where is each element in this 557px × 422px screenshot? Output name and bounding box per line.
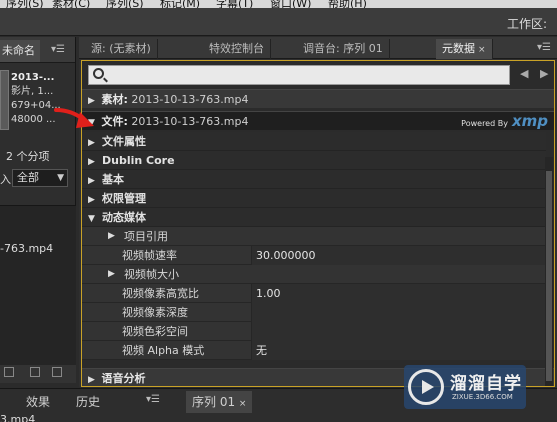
property-value[interactable]: 30.000000	[251, 246, 546, 265]
item-count: 2 个分项	[6, 150, 50, 163]
property-value[interactable]	[251, 303, 546, 322]
property-name: 视频色彩空间	[122, 325, 188, 338]
property-row[interactable]: 视频帧速率 30.000000	[82, 246, 546, 265]
tab-effects[interactable]: 效果	[20, 391, 56, 413]
watermark-title: 溜溜自学	[450, 374, 522, 394]
new-item-icon[interactable]	[30, 367, 40, 377]
watermark-sub: ZIXUE.3D66.COM	[452, 393, 513, 401]
speech-analysis-label: 语音分析	[101, 372, 146, 385]
chevron-down-icon: ▼	[57, 173, 64, 183]
in-label: 入	[0, 173, 11, 186]
workspace-bar: 工作区:	[0, 8, 557, 36]
bottom-file-label: 3.mp4	[0, 413, 36, 422]
property-name: 项目引用	[124, 230, 168, 243]
project-bottom-toolbar	[0, 365, 76, 383]
project-panel: 未命名 ▾☰ 2013-... 影片, 1... 679+04... 48000…	[0, 37, 76, 383]
property-name: 视频帧大小	[124, 268, 179, 281]
group-rights-management[interactable]: ▶ 权限管理	[82, 189, 546, 208]
expand-right-icon[interactable]: ▶	[108, 227, 115, 246]
tab-sequence[interactable]: 序列 01 ×	[186, 391, 253, 413]
menu-item[interactable]: 素材(C)	[52, 0, 90, 8]
metadata-panel-frame: 源: (无素材) 特效控制台 调音台: 序列 01 元数据 × ▾☰ ◀ ▶ ▶ …	[79, 37, 557, 387]
tab-history[interactable]: 历史	[70, 391, 106, 413]
file-section-value: 2013-10-13-763.mp4	[131, 115, 249, 128]
panel-menu-icon[interactable]: ▾☰	[537, 42, 551, 53]
tab-source[interactable]: 源: (无素材)	[85, 39, 158, 59]
next-arrow-icon[interactable]: ▶	[540, 67, 548, 80]
clip-thumbnail[interactable]	[0, 70, 9, 130]
tab-audio-mixer[interactable]: 调音台: 序列 01	[297, 39, 390, 59]
property-name: 视频 Alpha 模式	[122, 344, 205, 357]
panel-menu-icon[interactable]: ▾☰	[146, 394, 160, 405]
property-name: 视频像素深度	[122, 306, 188, 319]
powered-by-xmp: Powered By xmp	[461, 112, 548, 130]
clip-section-value: 2013-10-13-763.mp4	[131, 93, 249, 106]
clip-section-label: 素材:	[101, 93, 128, 106]
expand-right-icon[interactable]: ▶	[108, 265, 115, 284]
project-tabbar: 未命名 ▾☰	[0, 37, 75, 63]
property-row[interactable]: ▶ 项目引用	[82, 227, 546, 246]
clip-type: 影片, 1...	[11, 86, 54, 97]
xmp-logo: xmp	[511, 112, 548, 130]
folder-icon[interactable]	[4, 367, 14, 377]
metadata-panel: ◀ ▶ ▶ 素材: 2013-10-13-763.mp4 ▼ 文件: 2013-…	[81, 60, 555, 387]
main-tabbar: 源: (无素材) 特效控制台 调音台: 序列 01 元数据 × ▾☰	[79, 37, 557, 59]
menu-item[interactable]: 序列(S)	[6, 0, 44, 8]
in-dropdown[interactable]: 全部 ▼	[12, 169, 68, 187]
project-file-list: -763.mp4	[0, 205, 76, 365]
play-logo-icon	[408, 369, 444, 405]
list-item[interactable]: -763.mp4	[0, 242, 53, 255]
close-icon[interactable]: ×	[478, 45, 486, 55]
search-field[interactable]	[88, 65, 510, 85]
scrollbar-thumb[interactable]	[546, 171, 552, 381]
tab-metadata[interactable]: 元数据 ×	[436, 39, 493, 59]
menu-item[interactable]: 标记(M)	[160, 0, 200, 8]
group-file-properties[interactable]: ▶ 文件属性	[82, 132, 546, 151]
watermark: 溜溜自学 ZIXUE.3D66.COM	[404, 365, 526, 409]
menu-item[interactable]: 字幕(T)	[216, 0, 253, 8]
property-row[interactable]: 视频像素深度	[82, 303, 546, 322]
tab-project[interactable]: 未命名	[0, 40, 40, 62]
file-section-label: 文件:	[101, 115, 128, 128]
prev-arrow-icon[interactable]: ◀	[520, 67, 528, 80]
property-name: 视频像素高宽比	[122, 287, 199, 300]
workspace-label[interactable]: 工作区:	[507, 15, 547, 32]
property-row[interactable]: 视频像素高宽比 1.00	[82, 284, 546, 303]
group-dublin-core[interactable]: ▶ Dublin Core	[82, 151, 546, 170]
property-value[interactable]: 1.00	[251, 284, 546, 303]
trash-icon[interactable]	[52, 367, 62, 377]
property-row[interactable]: 视频 Alpha 模式 无	[82, 341, 546, 360]
group-dynamic-media[interactable]: ▼ 动态媒体	[82, 208, 546, 227]
in-filter-row: 入 全部 ▼	[0, 169, 76, 187]
search-input[interactable]	[109, 67, 504, 83]
vertical-scrollbar[interactable]	[545, 157, 553, 386]
close-icon[interactable]: ×	[239, 399, 247, 409]
clip-name: 2013-...	[11, 72, 55, 83]
expand-right-icon[interactable]: ▶	[88, 371, 98, 386]
property-row[interactable]: 视频色彩空间	[82, 322, 546, 341]
tab-effects-control[interactable]: 特效控制台	[203, 39, 271, 59]
red-arrow-icon	[54, 108, 94, 128]
menu-item[interactable]: 窗口(W)	[270, 0, 311, 8]
menu-item[interactable]: 帮助(H)	[328, 0, 367, 8]
property-name: 视频帧速率	[122, 249, 177, 262]
property-value[interactable]: 无	[251, 341, 546, 360]
search-nav: ◀ ▶	[520, 67, 548, 80]
property-row[interactable]: ▶ 视频帧大小	[82, 265, 546, 284]
clip-section-row[interactable]: ▶ 素材: 2013-10-13-763.mp4	[82, 89, 554, 108]
file-section-row[interactable]: ▼ 文件: 2013-10-13-763.mp4 Powered By xmp	[82, 111, 554, 130]
group-basic[interactable]: ▶ 基本	[82, 170, 546, 189]
panel-menu-icon[interactable]: ▾☰	[51, 44, 71, 56]
menu-item[interactable]: 序列(S)	[106, 0, 144, 8]
menu-bar: 序列(S) 素材(C) 序列(S) 标记(M) 字幕(T) 窗口(W) 帮助(H…	[0, 0, 557, 8]
property-value[interactable]	[251, 322, 546, 341]
search-icon	[93, 68, 104, 79]
